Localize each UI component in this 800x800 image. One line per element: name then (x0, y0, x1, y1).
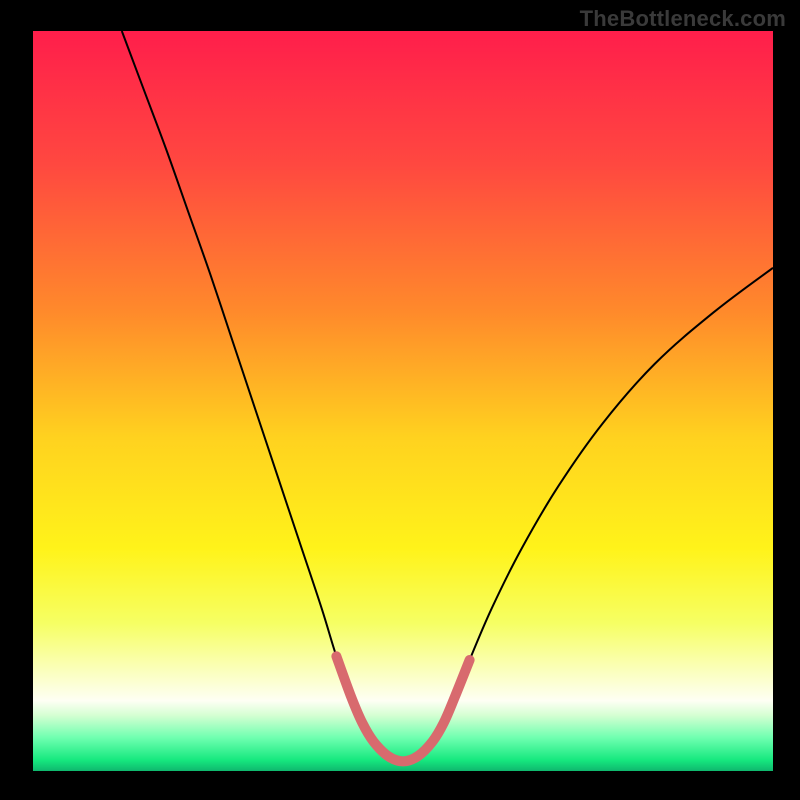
chart-stage: TheBottleneck.com (0, 0, 800, 800)
watermark-text: TheBottleneck.com (580, 6, 786, 32)
chart-svg (0, 0, 800, 800)
plot-background (33, 31, 773, 771)
